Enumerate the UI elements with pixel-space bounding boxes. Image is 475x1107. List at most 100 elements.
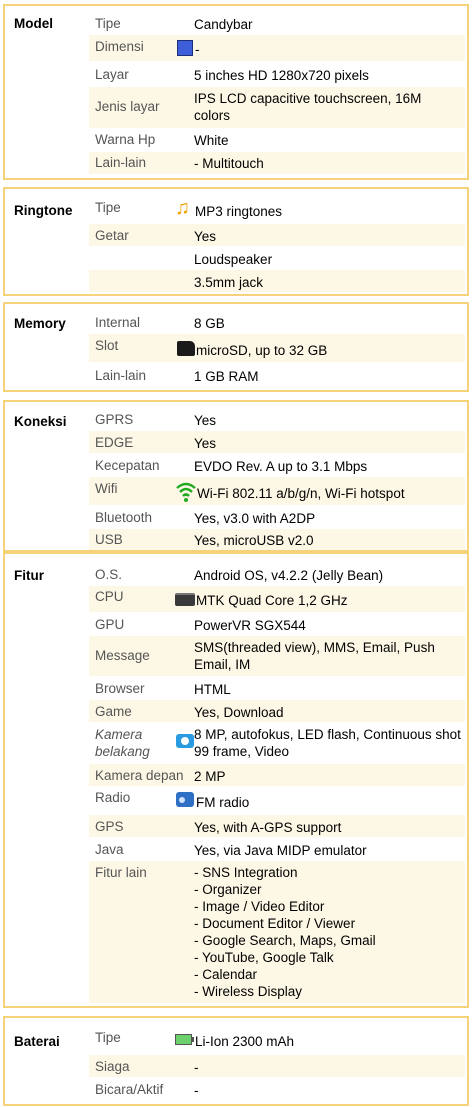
spec-label: Message xyxy=(95,648,150,663)
spec-row: Jenis layar IPS LCD capacitive touchscre… xyxy=(89,87,465,128)
feature-list-item: - Organizer xyxy=(194,882,262,897)
section-model: Model Tipe Candybar Dimensi - Layar 5 in… xyxy=(3,4,469,180)
spec-label: Lain-lain xyxy=(95,155,147,170)
spec-value: - xyxy=(194,1083,199,1098)
spec-row: Bicara/Aktif - xyxy=(89,1078,465,1100)
spec-value: Yes xyxy=(194,413,217,428)
spec-value: EVDO Rev. A up to 3.1 Mbps xyxy=(194,459,368,474)
section-title: Koneksi xyxy=(14,414,67,429)
spec-row: Kamera belakang 8 MP, autofokus, LED fla… xyxy=(89,723,465,763)
feature-list-item: - Document Editor / Viewer xyxy=(194,916,356,931)
spec-label: Tipe xyxy=(95,16,121,31)
spec-row: Message SMS(threaded view), MMS, Email, … xyxy=(89,636,465,676)
spec-label: GPU xyxy=(95,617,125,632)
spec-value: PowerVR SGX544 xyxy=(194,618,306,633)
spec-label: Bluetooth xyxy=(95,510,153,525)
spec-label: Bicara/Aktif xyxy=(95,1082,164,1097)
spec-value: Yes, via Java MIDP emulator xyxy=(194,843,367,858)
feature-list-item: - Image / Video Editor xyxy=(194,899,325,914)
section-baterai: Baterai Tipe Li-Ion 2300 mAh Siaga - Bic… xyxy=(3,1016,469,1106)
spec-row: Layar 5 inches HD 1280x720 pixels xyxy=(89,62,465,86)
spec-label: Layar xyxy=(95,67,129,82)
spec-label: Lain-lain xyxy=(95,368,147,383)
spec-label: Kecepatan xyxy=(95,458,160,473)
spec-label: Slot xyxy=(95,338,119,353)
spec-value: - Multitouch xyxy=(194,156,264,171)
spec-row: EDGE Yes xyxy=(89,431,465,453)
spec-value: Yes, with A-GPS support xyxy=(194,820,342,835)
spec-value: IPS LCD capacitive touchscreen, 16M colo… xyxy=(194,91,422,123)
sd-card-icon xyxy=(177,341,195,356)
spec-value: - xyxy=(194,1060,199,1075)
spec-row: Kamera depan 2 MP xyxy=(89,764,465,786)
spec-row: Java Yes, via Java MIDP emulator xyxy=(89,838,465,860)
spec-value: 2 MP xyxy=(194,769,226,784)
spec-value: MP3 ringtones xyxy=(195,204,283,219)
spec-value: SMS(threaded view), MMS, Email, Push Ema… xyxy=(194,640,435,672)
spec-value: Android OS, v4.2.2 (Jelly Bean) xyxy=(194,568,384,583)
spec-value: Yes, v3.0 with A2DP xyxy=(194,511,316,526)
section-title: Memory xyxy=(14,316,66,331)
spec-value: Yes xyxy=(194,436,217,451)
spec-row: Tipe Candybar xyxy=(89,12,465,34)
spec-label: Game xyxy=(95,704,132,719)
feature-list-item: - SNS Integration xyxy=(194,865,298,880)
spec-value: - xyxy=(195,42,200,57)
spec-label: Java xyxy=(95,842,124,857)
spec-row: Internal 8 GB xyxy=(89,310,465,333)
spec-row: Tipe Li-Ion 2300 mAh xyxy=(89,1024,465,1054)
spec-label: Jenis layar xyxy=(95,99,160,114)
spec-row: Fitur lain - SNS Integration - Organizer… xyxy=(89,861,465,1003)
spec-value: MTK Quad Core 1,2 GHz xyxy=(196,593,348,608)
section-fitur: Fitur O.S. Android OS, v4.2.2 (Jelly Bea… xyxy=(3,552,469,1008)
battery-icon xyxy=(175,1034,192,1045)
feature-list-item: - Calendar xyxy=(194,967,258,982)
spec-label: Dimensi xyxy=(95,39,144,54)
spec-row: O.S. Android OS, v4.2.2 (Jelly Bean) xyxy=(89,563,465,585)
section-title: Baterai xyxy=(14,1034,60,1049)
spec-row: Lain-lain - Multitouch xyxy=(89,152,465,174)
spec-row: Getar Yes xyxy=(89,224,465,246)
spec-label: CPU xyxy=(95,589,124,604)
section-koneksi: Koneksi GPRS Yes EDGE Yes Kecepatan EVDO… xyxy=(3,400,469,552)
spec-label: USB xyxy=(95,532,123,547)
spec-row: GPS Yes, with A-GPS support xyxy=(89,815,465,837)
spec-value: Loudspeaker xyxy=(194,252,273,267)
spec-value: 8 GB xyxy=(194,316,225,331)
spec-value: White xyxy=(194,133,229,148)
radio-icon xyxy=(176,792,194,807)
spec-value: 8 MP, autofokus, LED flash, Continuous s… xyxy=(194,727,461,759)
spec-label: EDGE xyxy=(95,435,134,450)
spec-row: Game Yes, Download xyxy=(89,700,465,722)
spec-label: Warna Hp xyxy=(95,132,156,147)
spec-value: Yes xyxy=(194,229,217,244)
spec-value: 5 inches HD 1280x720 pixels xyxy=(194,68,369,83)
spec-row: Dimensi - xyxy=(89,35,465,61)
spec-row: Radio FM radio xyxy=(89,787,465,814)
spec-value: microSD, up to 32 GB xyxy=(196,343,328,358)
spec-label: Browser xyxy=(95,681,145,696)
spec-label: Radio xyxy=(95,790,131,805)
spec-row: Kecepatan EVDO Rev. A up to 3.1 Mbps xyxy=(89,454,465,476)
cpu-icon xyxy=(175,593,195,606)
section-memory: Memory Internal 8 GB Slot microSD, up to… xyxy=(3,302,469,392)
dimension-icon xyxy=(177,40,193,56)
spec-label: Fitur lain xyxy=(95,865,147,880)
spec-value: Candybar xyxy=(194,17,253,32)
spec-row: Tipe ♫ MP3 ringtones xyxy=(89,195,465,223)
spec-label: Getar xyxy=(95,228,129,243)
spec-row: GPU PowerVR SGX544 xyxy=(89,613,465,635)
spec-row: Bluetooth Yes, v3.0 with A2DP xyxy=(89,506,465,528)
spec-value: Li-Ion 2300 mAh xyxy=(195,1034,295,1049)
spec-label: GPRS xyxy=(95,412,134,427)
spec-value: FM radio xyxy=(196,795,250,810)
battery-tip xyxy=(192,1037,194,1042)
spec-label: Kamera depan xyxy=(95,768,184,783)
spec-label: Wifi xyxy=(95,481,118,496)
section-title: Fitur xyxy=(14,568,44,583)
section-ringtone: Ringtone Tipe ♫ MP3 ringtones Getar Yes … xyxy=(3,187,469,296)
spec-row: GPRS Yes xyxy=(89,408,465,430)
feature-list-item: - Google Search, Maps, Gmail xyxy=(194,933,376,948)
spec-value: HTML xyxy=(194,682,231,697)
spec-row: Wifi Wi-Fi 802.11 a/b/g/n, Wi-Fi hotspot xyxy=(89,477,465,505)
